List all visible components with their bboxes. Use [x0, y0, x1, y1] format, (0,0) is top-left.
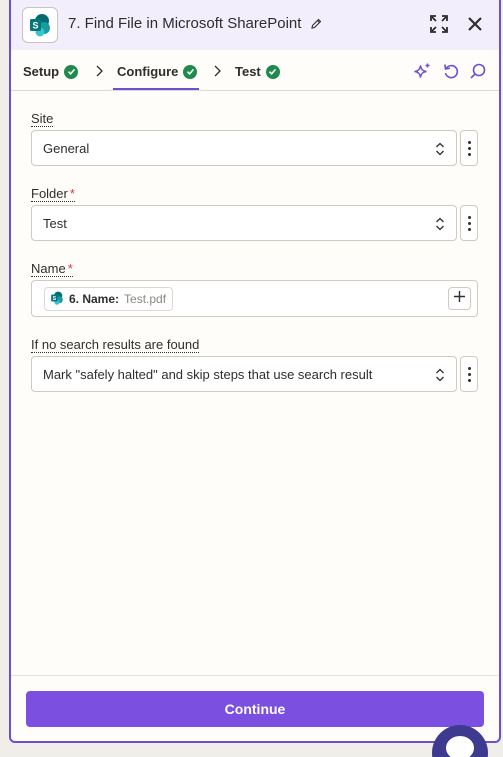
site-select[interactable]: General: [31, 130, 457, 166]
insert-data-button[interactable]: [448, 287, 471, 310]
tab-test[interactable]: Test: [235, 64, 280, 79]
up-down-chevron-icon: [435, 217, 445, 234]
up-down-chevron-icon: [435, 368, 445, 385]
sparkle-icon[interactable]: [413, 62, 432, 86]
folder-more-options-button[interactable]: [460, 205, 478, 241]
folder-label: Folder *: [31, 186, 75, 202]
step-tabs: Setup Configure Test: [11, 50, 499, 91]
svg-text:S: S: [53, 296, 57, 302]
required-marker: *: [67, 261, 73, 276]
search-icon[interactable]: [469, 62, 487, 85]
no-results-label: If no search results are found: [31, 337, 200, 353]
step-editor-panel: S 7. Find File in Microsoft SharePoint S…: [9, 0, 501, 743]
mapped-field-pill[interactable]: S 6. Name: Test.pdf: [44, 287, 174, 311]
required-marker: *: [69, 186, 75, 201]
step-title[interactable]: 7. Find File in Microsoft SharePoint: [68, 15, 322, 34]
expand-icon[interactable]: [429, 14, 449, 39]
chevron-right-icon: [95, 64, 103, 82]
close-icon[interactable]: [465, 14, 485, 39]
tab-configure[interactable]: Configure: [117, 64, 198, 79]
chat-icon: [446, 736, 474, 757]
tab-setup[interactable]: Setup: [23, 64, 79, 79]
undo-icon[interactable]: [442, 62, 460, 85]
no-results-select[interactable]: Mark "safely halted" and skip steps that…: [31, 356, 457, 392]
name-label: Name *: [31, 261, 73, 277]
check-circle-icon: [183, 64, 198, 79]
sharepoint-icon: S: [50, 291, 64, 308]
site-label: Site: [31, 111, 54, 127]
active-tab-indicator: [113, 88, 199, 90]
panel-header: S 7. Find File in Microsoft SharePoint: [11, 0, 499, 50]
footer-divider: [11, 675, 499, 676]
check-circle-icon: [64, 64, 79, 79]
folder-select[interactable]: Test: [31, 205, 457, 241]
site-more-options-button[interactable]: [460, 130, 478, 166]
continue-button[interactable]: Continue: [26, 691, 484, 727]
plus-icon: [453, 290, 466, 308]
sharepoint-icon: S: [22, 7, 58, 43]
name-input[interactable]: S 6. Name: Test.pdf: [31, 280, 478, 317]
chevron-right-icon: [213, 64, 221, 82]
pencil-icon[interactable]: [310, 17, 322, 34]
svg-text:S: S: [32, 21, 38, 31]
no-results-more-options-button[interactable]: [460, 356, 478, 392]
up-down-chevron-icon: [435, 142, 445, 159]
check-circle-icon: [265, 64, 280, 79]
